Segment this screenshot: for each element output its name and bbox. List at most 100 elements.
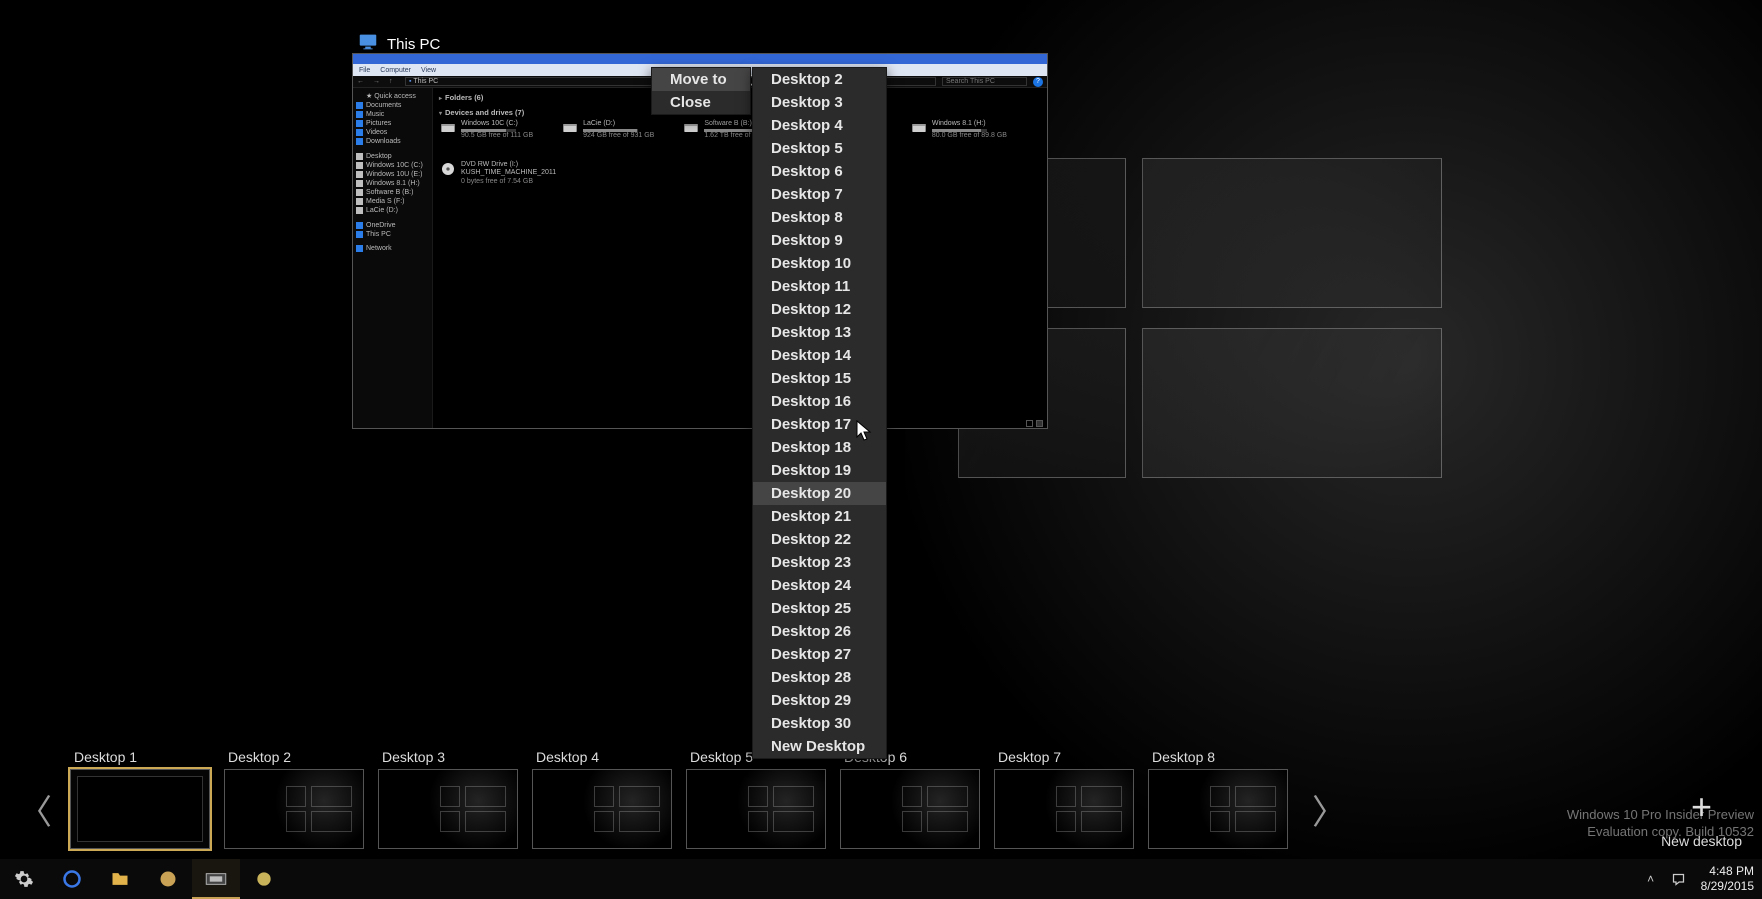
virtual-desktop-thumb[interactable]: Desktop 7 [994, 749, 1134, 849]
move-to-desktop-22[interactable]: Desktop 22 [753, 528, 886, 551]
tray-overflow-chevron-icon[interactable]: ˄ [1637, 859, 1665, 899]
nav-music[interactable]: Music [356, 111, 429, 118]
drive-item[interactable]: DVD RW Drive (I:)KUSH_TIME_MACHINE_20110… [439, 161, 556, 186]
nav-videos[interactable]: Videos [356, 129, 429, 136]
view-thumbnails-icon[interactable] [1036, 420, 1043, 427]
nav-pictures[interactable]: Pictures [356, 120, 429, 127]
move-to-desktop-5[interactable]: Desktop 5 [753, 137, 886, 160]
nav-downloads[interactable]: Downloads [356, 138, 429, 145]
window-titlebar[interactable] [353, 54, 1047, 64]
hard-drive-icon [439, 120, 457, 134]
move-to-desktop-3[interactable]: Desktop 3 [753, 91, 886, 114]
nav-up-icon[interactable]: ↑ [389, 78, 399, 86]
nav-windows[interactable]: Windows 8.1 (H:) [356, 180, 429, 187]
hard-drive-icon [682, 120, 700, 134]
move-to-desktop-14[interactable]: Desktop 14 [753, 344, 886, 367]
move-to-desktop-26[interactable]: Desktop 26 [753, 620, 886, 643]
nav-documents[interactable]: Documents [356, 102, 429, 109]
move-to-desktop-19[interactable]: Desktop 19 [753, 459, 886, 482]
move-to-desktop-27[interactable]: Desktop 27 [753, 643, 886, 666]
ribbon-tab-computer[interactable]: Computer [380, 67, 411, 74]
task-view-icon[interactable] [192, 859, 240, 899]
file-explorer-icon[interactable] [96, 859, 144, 899]
nav-this-pc[interactable]: This PC [356, 231, 429, 238]
nav-network-icon [356, 245, 363, 252]
move-to-desktop-25[interactable]: Desktop 25 [753, 597, 886, 620]
move-to-desktop-9[interactable]: Desktop 9 [753, 229, 886, 252]
move-to-desktop-13[interactable]: Desktop 13 [753, 321, 886, 344]
clock-date: 8/29/2015 [1701, 879, 1754, 894]
search-input[interactable]: Search This PC [942, 77, 1027, 86]
nav-media[interactable]: Media S (F:) [356, 198, 429, 205]
ribbon-tab-file[interactable]: File [359, 67, 370, 74]
nav-network[interactable]: Network [356, 245, 429, 252]
help-icon[interactable]: ? [1033, 77, 1043, 87]
folders-header[interactable]: Folders (6) [445, 93, 483, 102]
nav-onedrive[interactable]: OneDrive [356, 222, 429, 229]
move-to-desktop-8[interactable]: Desktop 8 [753, 206, 886, 229]
move-to-new-desktop[interactable]: New Desktop [753, 735, 886, 758]
action-center-icon[interactable] [1665, 859, 1693, 899]
settings-icon[interactable] [0, 859, 48, 899]
context-menu-move-to[interactable]: Move to 〉 [652, 68, 750, 91]
nav-windows[interactable]: Windows 10C (C:) [356, 162, 429, 169]
move-to-submenu: Desktop 2Desktop 3Desktop 4Desktop 5Desk… [752, 67, 887, 759]
move-to-desktop-28[interactable]: Desktop 28 [753, 666, 886, 689]
drive-item[interactable]: Windows 10C (C:)90.5 GB free of 111 GB [439, 120, 533, 141]
move-to-desktop-17[interactable]: Desktop 17 [753, 413, 886, 436]
nav-software[interactable]: Software B (B:) [356, 189, 429, 196]
move-to-desktop-29[interactable]: Desktop 29 [753, 689, 886, 712]
virtual-desktop-thumb[interactable]: Desktop 3 [378, 749, 518, 849]
virtual-desktop-thumb[interactable]: Desktop 4 [532, 749, 672, 849]
app-icon[interactable] [240, 859, 288, 899]
move-to-desktop-6[interactable]: Desktop 6 [753, 160, 886, 183]
drive-item[interactable]: LaCie (D:)924 GB free of 931 GB [561, 120, 654, 141]
taskbar-clock[interactable]: 4:48 PM 8/29/2015 [1693, 864, 1762, 894]
move-to-desktop-23[interactable]: Desktop 23 [753, 551, 886, 574]
new-desktop-button[interactable]: + New desktop [1661, 789, 1742, 849]
virtual-desktop-thumb[interactable]: Desktop 5 [686, 749, 826, 849]
move-to-desktop-20[interactable]: Desktop 20 [753, 482, 886, 505]
taskview-context-menu: Move to 〉 Close [651, 67, 751, 115]
nav-windows[interactable]: Windows 10U (E:) [356, 171, 429, 178]
virtual-desktop-label: Desktop 7 [994, 749, 1134, 765]
plus-icon: + [1691, 789, 1712, 825]
move-to-desktop-18[interactable]: Desktop 18 [753, 436, 886, 459]
nav-desktop[interactable]: Desktop [356, 153, 429, 160]
move-to-desktop-11[interactable]: Desktop 11 [753, 275, 886, 298]
nav-onedrive-icon [356, 222, 363, 229]
nav-pictures-icon [356, 120, 363, 127]
edge-icon[interactable] [48, 859, 96, 899]
ribbon-tab-view[interactable]: View [421, 67, 436, 74]
virtual-desktop-thumb[interactable]: Desktop 1 [70, 749, 210, 849]
move-to-desktop-16[interactable]: Desktop 16 [753, 390, 886, 413]
drive-item[interactable]: Windows 8.1 (H:)80.0 GB free of 89.8 GB [910, 120, 1007, 141]
virtual-desktop-thumb[interactable]: Desktop 2 [224, 749, 364, 849]
nav-lacie[interactable]: LaCie (D:) [356, 207, 429, 214]
desktops-scroll-left[interactable]: 〈 [0, 769, 70, 849]
breadcrumb: This PC [413, 78, 438, 85]
virtual-desktop-label: Desktop 4 [532, 749, 672, 765]
move-to-desktop-12[interactable]: Desktop 12 [753, 298, 886, 321]
store-icon[interactable] [144, 859, 192, 899]
view-details-icon[interactable] [1026, 420, 1033, 427]
nav-quick-access[interactable]: ★ Quick access [356, 92, 429, 100]
virtual-desktop-thumb[interactable]: Desktop 8 [1148, 749, 1288, 849]
nav-forward-icon[interactable]: → [373, 78, 383, 86]
devices-header[interactable]: Devices and drives (7) [445, 108, 524, 117]
virtual-desktop-thumb[interactable]: Desktop 6 [840, 749, 980, 849]
move-to-desktop-7[interactable]: Desktop 7 [753, 183, 886, 206]
nav-back-icon[interactable]: ← [357, 78, 367, 86]
context-menu-close[interactable]: Close [652, 91, 750, 114]
move-to-desktop-24[interactable]: Desktop 24 [753, 574, 886, 597]
move-to-desktop-4[interactable]: Desktop 4 [753, 114, 886, 137]
nav-windows-icon [356, 162, 363, 169]
move-to-desktop-21[interactable]: Desktop 21 [753, 505, 886, 528]
navigation-pane[interactable]: ★ Quick access Documents Music Pictures … [353, 88, 433, 428]
move-to-desktop-2[interactable]: Desktop 2 [753, 68, 886, 91]
move-to-desktop-30[interactable]: Desktop 30 [753, 712, 886, 735]
move-to-desktop-10[interactable]: Desktop 10 [753, 252, 886, 275]
move-to-desktop-15[interactable]: Desktop 15 [753, 367, 886, 390]
desktops-scroll-right[interactable]: 〉 [1294, 769, 1364, 849]
virtual-desktop-label: Desktop 1 [70, 749, 210, 765]
